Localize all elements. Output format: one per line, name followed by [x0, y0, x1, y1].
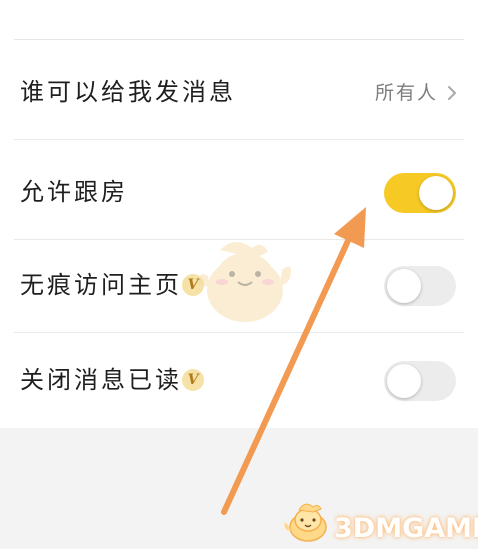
disable-read-receipt-toggle[interactable]: [384, 361, 456, 401]
divider: [14, 39, 464, 40]
toggle-knob: [387, 269, 421, 303]
setting-row-allow-follow-room: 允许跟房: [0, 147, 478, 240]
setting-label-invisible-visit: 无痕访问主页: [20, 271, 182, 299]
setting-value-who-can-message: 所有人: [374, 82, 438, 104]
settings-list: 谁可以给我发消息 所有人 允许跟房 无痕访问主页 V 关闭消息已读 V: [0, 0, 478, 428]
invisible-visit-toggle[interactable]: [384, 266, 456, 306]
vip-badge-icon: V: [182, 369, 204, 391]
privacy-settings-screen: 谁可以给我发消息 所有人 允许跟房 无痕访问主页 V 关闭消息已读 V 3DMG…: [0, 0, 478, 549]
divider: [14, 139, 464, 140]
setting-label-who-can-message: 谁可以给我发消息: [20, 78, 236, 106]
chick-mascot-logo-icon: [284, 503, 327, 542]
setting-label-disable-read-receipt: 关闭消息已读: [20, 366, 182, 394]
chevron-right-icon: [448, 86, 456, 100]
divider: [14, 332, 464, 333]
setting-row-disable-read-receipt: 关闭消息已读 V: [0, 335, 478, 428]
toggle-knob: [387, 364, 421, 398]
chick-mascot-watermark-icon: [199, 241, 291, 322]
setting-row-who-can-message[interactable]: 谁可以给我发消息 所有人: [0, 47, 478, 140]
allow-follow-room-toggle[interactable]: [384, 173, 456, 213]
setting-label-allow-follow-room: 允许跟房: [20, 178, 128, 206]
3dmgame-logo-text: 3DMGAME: [334, 513, 478, 544]
toggle-knob: [419, 176, 453, 210]
